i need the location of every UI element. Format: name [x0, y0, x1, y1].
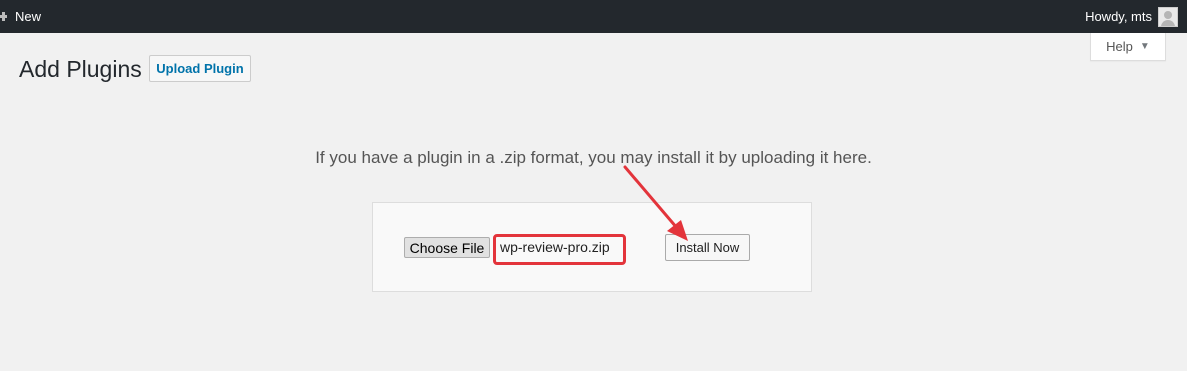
annotation-arrow-icon [623, 165, 688, 241]
